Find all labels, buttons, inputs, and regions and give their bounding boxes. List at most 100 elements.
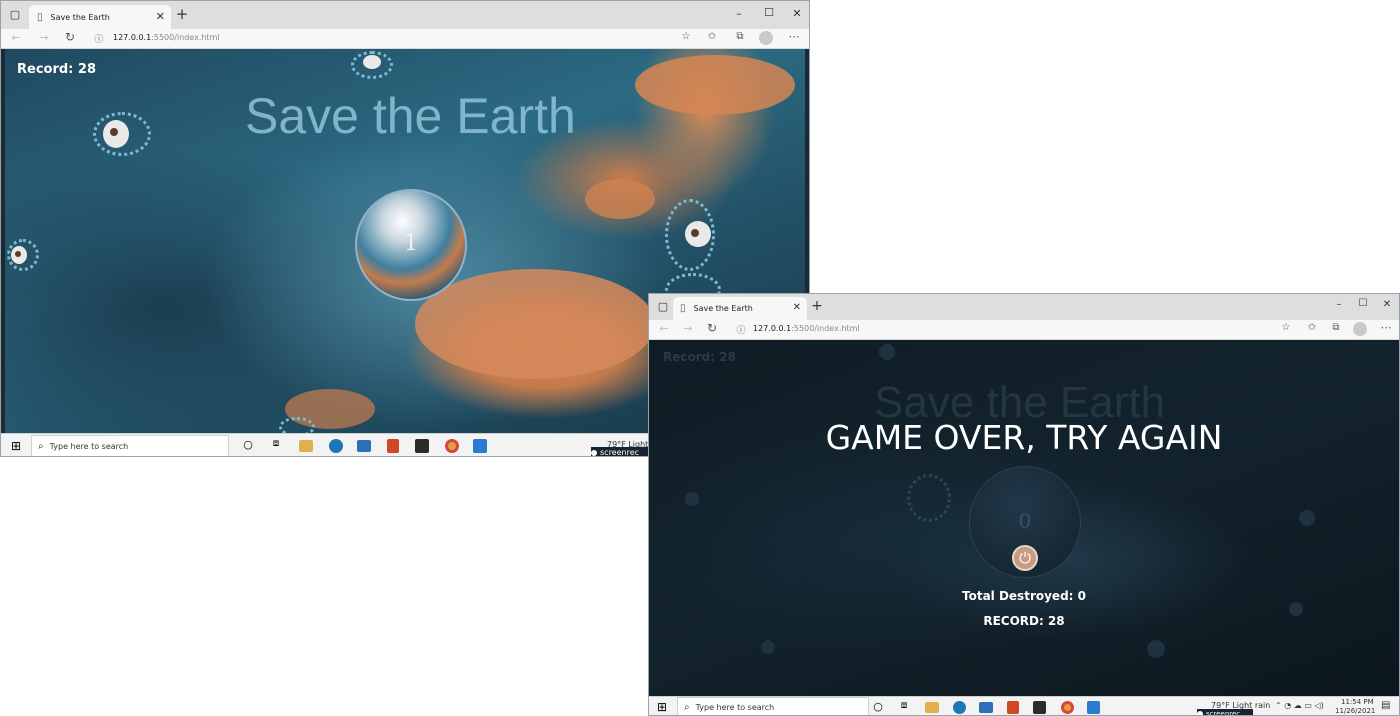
taskbar: ⊞ ⌕ Type here to search ○ ⧈ 79°F Light r…: [649, 696, 1399, 716]
file-explorer-icon[interactable]: [925, 702, 939, 713]
chrome-icon[interactable]: [1061, 701, 1074, 714]
ufo-enemy: [907, 474, 951, 522]
tab-title: Save the Earth: [693, 304, 753, 313]
task-view-icon[interactable]: ⧈: [897, 700, 911, 711]
url-port: :5500: [151, 33, 175, 42]
cortana-icon[interactable]: ○: [871, 700, 885, 713]
tab-strip: ▢ ▯ Save the Earth ✕ + – ☐ ✕: [649, 294, 1399, 320]
favorite-icon[interactable]: ✩: [705, 31, 719, 42]
refresh-icon[interactable]: ↻: [705, 321, 719, 335]
browser-tab[interactable]: ▯ Save the Earth ✕: [673, 297, 807, 320]
asteroid: [761, 640, 775, 654]
chrome-icon[interactable]: [445, 439, 459, 453]
ufo-enemy[interactable]: [279, 417, 315, 433]
sticky-notes-icon[interactable]: [415, 439, 429, 453]
close-tab-icon[interactable]: ✕: [793, 302, 801, 313]
collections-icon[interactable]: ⧉: [1329, 322, 1343, 333]
tab-actions-icon[interactable]: ▢: [7, 8, 23, 22]
address-bar[interactable]: 127.0.0.1:5500/index.html: [753, 324, 860, 333]
reader-icon[interactable]: ☆: [679, 31, 693, 42]
clock-time[interactable]: 11:54 PM: [1341, 698, 1374, 706]
task-view-icon[interactable]: ⧈: [269, 438, 283, 449]
ufo-enemy[interactable]: [665, 199, 715, 271]
taskbar-search[interactable]: ⌕ Type here to search: [677, 697, 869, 715]
nebula-cloud: [585, 179, 655, 219]
forward-icon[interactable]: →: [681, 322, 695, 335]
total-destroyed-label: Total Destroyed: 0: [962, 589, 1086, 603]
more-icon[interactable]: ⋯: [1379, 321, 1393, 334]
favorite-icon[interactable]: ✩: [1305, 322, 1319, 333]
info-icon[interactable]: ⓘ: [735, 323, 747, 336]
more-icon[interactable]: ⋯: [787, 30, 801, 43]
office-icon[interactable]: [1007, 701, 1019, 714]
screenrec-label: screenrec: [1206, 709, 1241, 716]
edge-icon[interactable]: [953, 701, 966, 714]
close-tab-icon[interactable]: ✕: [156, 10, 165, 23]
clock-date[interactable]: 11/26/2021: [1335, 707, 1375, 715]
close-window-icon[interactable]: ✕: [787, 7, 807, 20]
game-canvas[interactable]: Record: 28 Save the Earth 0 GAME OVER, T…: [649, 340, 1399, 696]
new-tab-icon[interactable]: +: [174, 6, 190, 22]
record-label: Record: 28: [663, 350, 736, 364]
windows-start-icon[interactable]: ⊞: [655, 700, 669, 714]
back-icon[interactable]: ←: [657, 322, 671, 335]
forward-icon[interactable]: →: [37, 31, 51, 44]
browser-toolbar: ← → ↻ ⓘ 127.0.0.1:5500/index.html ☆ ✩ ⧉ …: [649, 320, 1399, 340]
refresh-icon[interactable]: ↻: [63, 30, 77, 44]
ufo-enemy[interactable]: [351, 51, 393, 79]
back-icon[interactable]: ←: [9, 31, 23, 44]
reader-icon[interactable]: ☆: [1279, 322, 1293, 333]
profile-icon[interactable]: [1353, 322, 1367, 336]
taskbar-search[interactable]: ⌕ Type here to search: [31, 435, 229, 456]
sticky-notes-icon[interactable]: [1033, 701, 1046, 714]
maximize-icon[interactable]: ☐: [759, 6, 779, 19]
screenrec-badge: screenrec: [591, 447, 651, 456]
tray-icons[interactable]: ⌃ ◔ ☁ ▭ ◁): [1275, 701, 1324, 710]
tab-strip: ▢ ▯ Save the Earth ✕ + – ☐ ✕: [1, 1, 809, 29]
close-window-icon[interactable]: ✕: [1377, 299, 1397, 310]
url-host: 127.0.0.1: [753, 324, 792, 333]
search-icon: ⌕: [38, 440, 44, 452]
minimize-icon[interactable]: –: [729, 7, 749, 20]
page-icon: ▯: [680, 303, 686, 314]
search-icon: ⌕: [684, 701, 690, 713]
asteroid: [879, 344, 895, 360]
edge-icon[interactable]: [329, 439, 343, 453]
nebula-cloud: [415, 269, 655, 379]
collections-icon[interactable]: ⧉: [733, 31, 747, 42]
game-title: Save the Earth: [245, 88, 576, 144]
url-host: 127.0.0.1: [113, 33, 152, 42]
browser-window-game-over: ▢ ▯ Save the Earth ✕ + – ☐ ✕ ← → ↻ ⓘ 127…: [648, 293, 1400, 716]
notification-icon[interactable]: ▤: [1381, 700, 1390, 711]
browser-tab[interactable]: ▯ Save the Earth ✕: [29, 5, 171, 29]
earth[interactable]: 1: [355, 189, 467, 301]
ufo-enemy[interactable]: [93, 112, 151, 156]
info-icon[interactable]: ⓘ: [93, 32, 105, 45]
cortana-icon[interactable]: ○: [241, 438, 255, 451]
asteroid: [685, 492, 699, 506]
nebula-cloud: [635, 55, 795, 115]
office-icon[interactable]: [387, 439, 399, 453]
earth-counter: 1: [404, 231, 418, 256]
file-explorer-icon[interactable]: [299, 440, 313, 452]
vscode-icon[interactable]: [473, 439, 487, 453]
ufo-enemy[interactable]: [7, 239, 39, 271]
url-port: :5500: [791, 324, 815, 333]
asteroid: [1147, 640, 1165, 658]
record-label: Record: 28: [17, 62, 96, 77]
tab-actions-icon[interactable]: ▢: [655, 300, 671, 314]
vscode-icon[interactable]: [1087, 701, 1100, 714]
browser-toolbar: ← → ↻ ⓘ 127.0.0.1:5500/index.html ☆ ✩ ⧉ …: [1, 29, 809, 49]
url-path: /index.html: [174, 33, 220, 42]
minimize-icon[interactable]: –: [1329, 299, 1349, 310]
maximize-icon[interactable]: ☐: [1353, 298, 1373, 309]
search-placeholder: Type here to search: [49, 441, 129, 451]
address-bar[interactable]: 127.0.0.1:5500/index.html: [113, 33, 220, 42]
mail-icon[interactable]: [357, 440, 371, 452]
mail-icon[interactable]: [979, 702, 993, 713]
windows-start-icon[interactable]: ⊞: [9, 439, 23, 453]
restart-button[interactable]: ⏻: [1012, 545, 1038, 571]
new-tab-icon[interactable]: +: [809, 298, 825, 314]
profile-icon[interactable]: [759, 31, 773, 45]
asteroid: [1299, 510, 1315, 526]
